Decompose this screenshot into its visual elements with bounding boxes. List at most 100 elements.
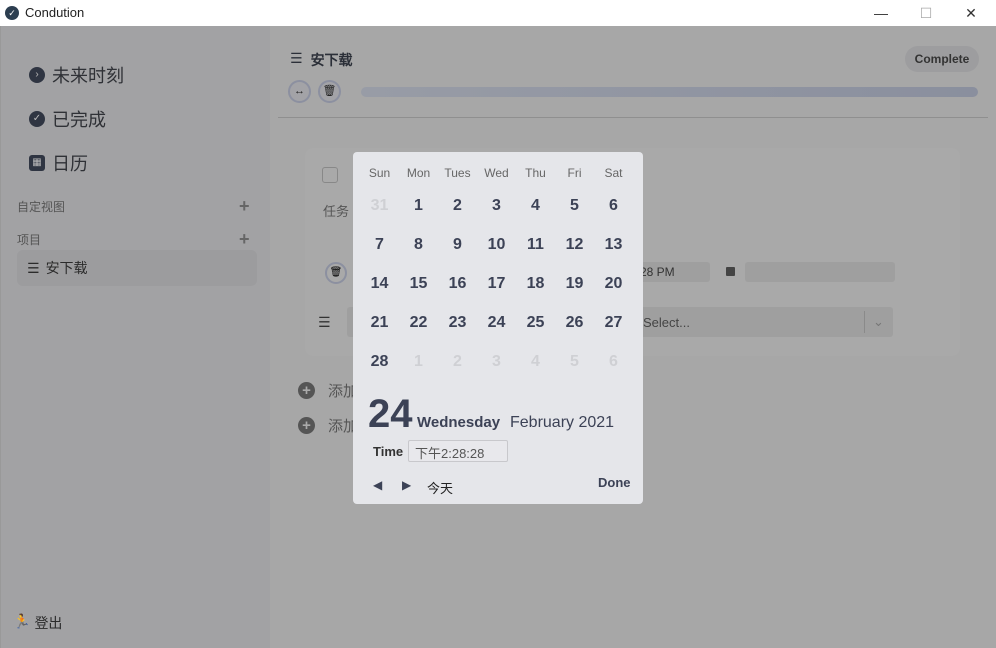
app-logo-icon: ✓	[5, 6, 19, 20]
day-cell-other-month[interactable]: 5	[555, 353, 594, 371]
plus-circle-icon: +	[298, 382, 315, 399]
sidebar-item-completed[interactable]: ✓ 已完成	[29, 106, 106, 132]
day-cell-other-month[interactable]: 4	[516, 353, 555, 371]
task-name[interactable]: 任务	[323, 201, 349, 220]
day-cell[interactable]: 27	[594, 314, 633, 332]
next-month-button[interactable]: ▶	[402, 478, 411, 492]
selected-weekday: Wednesday	[417, 414, 501, 431]
day-cell[interactable]: 15	[399, 275, 438, 293]
logout-label: 登出	[34, 615, 63, 631]
today-button[interactable]: 今天	[427, 478, 453, 497]
add-project-button[interactable]: +	[239, 230, 250, 248]
day-cell-other-month[interactable]: 3	[477, 353, 516, 371]
plus-circle-icon: +	[298, 417, 315, 434]
end-date-field[interactable]	[745, 262, 895, 282]
day-cell[interactable]: 6	[594, 197, 633, 215]
day-cell[interactable]: 28	[360, 353, 399, 371]
day-cell[interactable]: 8	[399, 236, 438, 254]
day-cell-other-month[interactable]: 1	[399, 353, 438, 371]
project-label: 安下载	[45, 260, 88, 276]
expand-button[interactable]: ↔	[288, 80, 311, 103]
project-title: 安下载	[310, 52, 353, 68]
day-cell[interactable]: 2	[438, 197, 477, 215]
chevron-down-icon[interactable]: ⌄	[864, 311, 884, 333]
delete-task-button[interactable]: 🗑	[325, 262, 347, 284]
weekday-header: Wed	[484, 166, 509, 180]
minimize-button[interactable]: —	[866, 3, 896, 23]
progress-bar	[361, 87, 978, 97]
day-cell[interactable]: 3	[477, 197, 516, 215]
day-cell[interactable]: 16	[438, 275, 477, 293]
day-cell-other-month[interactable]: 2	[438, 353, 477, 371]
list-icon: ☰	[318, 314, 331, 330]
day-cell[interactable]: 1	[399, 197, 438, 215]
day-cell[interactable]: 14	[360, 275, 399, 293]
day-cell[interactable]: 13	[594, 236, 633, 254]
running-person-icon: 🏃	[13, 613, 31, 629]
add-task-row[interactable]: + 添加	[298, 380, 358, 401]
day-cell[interactable]: 18	[516, 275, 555, 293]
check-circle-icon: ✓	[29, 111, 45, 127]
day-cell[interactable]: 4	[516, 197, 555, 215]
sidebar-item-label: 已完成	[52, 110, 106, 130]
sidebar-item-project[interactable]: ☰ 安下载	[17, 250, 257, 286]
add-custom-view-button[interactable]: +	[239, 197, 250, 215]
sidebar-item-calendar[interactable]: ▦ 日历	[29, 150, 88, 176]
task-checkbox[interactable]	[322, 167, 338, 183]
selected-day: 24	[368, 392, 413, 436]
sidebar: › 未来时刻 ✓ 已完成 ▦ 日历 自定视图 + 项目 + ☰ 安下载 🏃 登出	[0, 26, 270, 648]
title-bar: ✓ Condution — ☐ ✕	[0, 0, 996, 26]
trash-icon: 🗑	[322, 85, 337, 97]
close-button[interactable]: ✕	[956, 3, 986, 23]
sidebar-item-upcoming[interactable]: › 未来时刻	[29, 62, 124, 88]
add-task-row[interactable]: + 添加	[298, 415, 358, 436]
date-picker-popup: Sun Mon Tues Wed Thu Fri Sat 31 1 2 3 4 5 6 7 8 9 10 11 12…	[353, 152, 643, 504]
day-cell[interactable]: 23	[438, 314, 477, 332]
window-title: Condution	[25, 5, 85, 20]
delete-project-button[interactable]: 🗑	[318, 80, 341, 103]
day-cell[interactable]: 20	[594, 275, 633, 293]
month-year: February 2021	[510, 414, 615, 431]
weekday-header: Sun	[368, 166, 391, 180]
divider	[278, 117, 988, 118]
day-cell[interactable]: 10	[477, 236, 516, 254]
calendar-icon: ▦	[29, 155, 45, 171]
projects-heading: 项目	[17, 233, 42, 247]
previous-month-button[interactable]: ◀	[373, 478, 382, 492]
day-cell[interactable]: 19	[555, 275, 594, 293]
complete-button[interactable]: Complete	[905, 46, 979, 72]
day-cell[interactable]: 5	[555, 197, 594, 215]
day-cell[interactable]: 24	[477, 314, 516, 332]
sidebar-item-label: 日历	[52, 154, 88, 174]
page-title: ☰ 安下载	[290, 50, 353, 70]
weekday-header: Mon	[406, 166, 431, 180]
day-cell[interactable]: 11	[516, 236, 555, 254]
weekday-header: Sat	[604, 166, 623, 180]
maximize-button[interactable]: ☐	[911, 3, 941, 23]
day-cell[interactable]: 12	[555, 236, 594, 254]
day-cell[interactable]: 26	[555, 314, 594, 332]
arrows-horizontal-icon: ↔	[294, 85, 305, 97]
day-cell-other-month[interactable]: 31	[360, 197, 399, 215]
custom-views-heading: 自定视图	[17, 200, 66, 214]
day-cell[interactable]: 7	[360, 236, 399, 254]
trash-icon: 🗑	[329, 267, 343, 278]
select-placeholder: Select...	[643, 315, 690, 330]
weekday-header: Thu	[525, 166, 546, 180]
day-cell[interactable]: 21	[360, 314, 399, 332]
day-cell[interactable]: 17	[477, 275, 516, 293]
time-input[interactable]: 下午2:28:28	[408, 440, 508, 462]
time-label: Time	[373, 444, 404, 459]
logout-button[interactable]: 🏃 登出	[13, 613, 62, 633]
weekday-header: Fri	[567, 166, 582, 180]
day-cell-other-month[interactable]: 6	[594, 353, 633, 371]
sidebar-item-label: 未来时刻	[52, 66, 124, 86]
stop-icon	[726, 267, 735, 276]
day-cell[interactable]: 25	[516, 314, 555, 332]
day-cell[interactable]: 9	[438, 236, 477, 254]
day-cell[interactable]: 22	[399, 314, 438, 332]
list-icon: ☰	[27, 259, 40, 276]
chevron-right-circle-icon: ›	[29, 67, 45, 83]
done-button[interactable]: Done	[598, 475, 631, 490]
list-check-icon: ☰	[290, 50, 303, 66]
